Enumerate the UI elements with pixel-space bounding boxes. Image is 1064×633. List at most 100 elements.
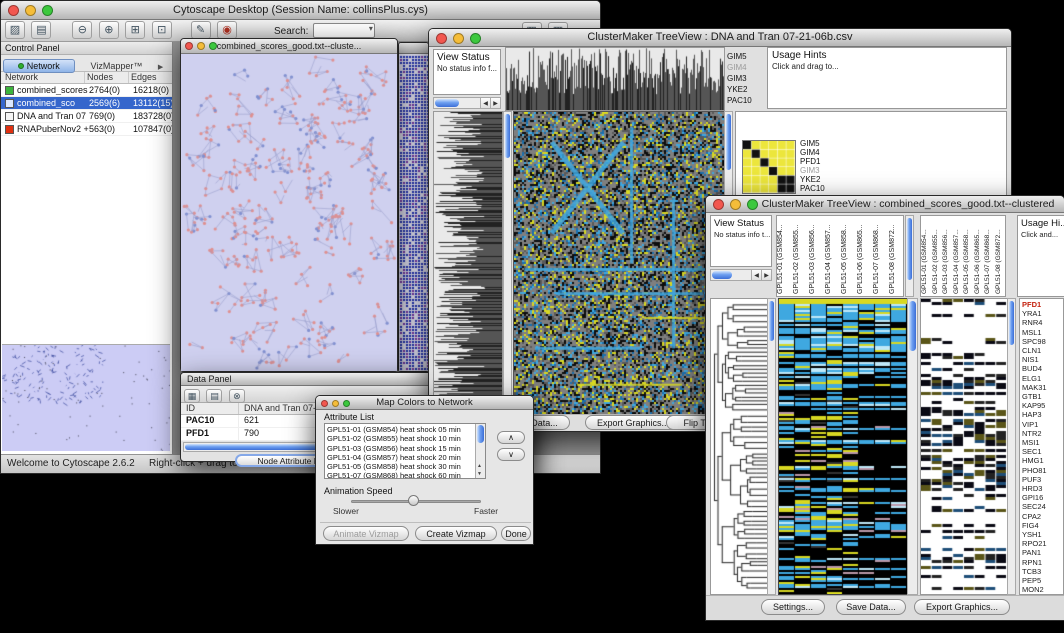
slider-thumb[interactable] [408, 495, 419, 506]
close-icon[interactable] [436, 33, 447, 44]
gene-label[interactable]: YRA1 [1022, 309, 1063, 318]
gene-label[interactable]: CPA2 [1022, 512, 1063, 521]
annotation-icon[interactable]: ✎ [191, 21, 211, 39]
gene-label[interactable]: YKE2 [800, 175, 825, 184]
gene-label[interactable]: PAN1 [1022, 548, 1063, 557]
treeview2-genes-vscrollbar[interactable] [1007, 298, 1016, 595]
network-view-2-titlebar[interactable] [399, 43, 428, 54]
gene-label[interactable]: NIS1 [1022, 355, 1063, 364]
scroll-up-icon[interactable]: ▲ [477, 463, 482, 469]
col-network[interactable]: Network [1, 72, 85, 83]
col-nodes[interactable]: Nodes [85, 72, 129, 83]
column-header-label[interactable]: GPL51-03 (GSM856... [942, 216, 953, 296]
column-header-label[interactable]: GPL51-03 (GSM856... [809, 216, 825, 296]
export-graphics-button[interactable]: Export Graphics... [914, 599, 1010, 615]
animate-vizmap-button[interactable]: Animate Vizmap [323, 526, 409, 541]
column-header-label[interactable]: GPL51-04 (GSM857... [953, 216, 964, 296]
network-row[interactable]: combined_scores 2764(0) 16218(0) [1, 84, 172, 97]
gene-label[interactable]: PUF3 [1022, 475, 1063, 484]
network-row[interactable]: DNA and Tran 07 769(0) 183728(0) [1, 110, 172, 123]
treeview1-titlebar[interactable]: ClusterMaker TreeView : DNA and Tran 07-… [429, 29, 1011, 47]
treeview1-column-dendrogram[interactable] [505, 47, 725, 111]
zoom-fit-icon[interactable]: ⊡ [152, 21, 172, 39]
close-icon[interactable] [8, 5, 19, 16]
column-header-label[interactable]: GPL51-04 (GSM857... [825, 216, 841, 296]
treeview2-heatmap[interactable] [778, 298, 908, 595]
gene-label[interactable]: MSL1 [1022, 328, 1063, 337]
close-icon[interactable] [713, 199, 724, 210]
attribute-item[interactable]: GPL51-01 (GSM854) heat shock 05 min [327, 425, 485, 434]
gene-label[interactable]: HMG1 [1022, 456, 1063, 465]
search-dropdown-icon[interactable]: ▾ [369, 24, 373, 33]
gene-label[interactable]: SEC1 [1022, 447, 1063, 456]
scroll-right-icon[interactable]: ▶ [761, 270, 771, 281]
zoom-window-icon[interactable] [470, 33, 481, 44]
gene-label[interactable]: HRD3 [1022, 484, 1063, 493]
scroll-thumb[interactable] [769, 301, 774, 341]
close-icon[interactable] [185, 42, 193, 50]
treeview1-left-vscrollbar[interactable] [503, 111, 512, 416]
column-header-label[interactable]: GPL51-08 (GSM872... [995, 216, 1006, 296]
gene-label[interactable]: GIM5 [800, 139, 825, 148]
zoom-window-icon[interactable] [42, 5, 53, 16]
gene-label[interactable]: GTB1 [1022, 392, 1063, 401]
gene-label[interactable]: TCB3 [1022, 567, 1063, 576]
gene-label[interactable]: RNR4 [1022, 318, 1063, 327]
treeview2-secondary-heatm[interactable] [920, 298, 1008, 595]
gene-label[interactable]: YSH1 [1022, 530, 1063, 539]
search-input[interactable]: ▾ [313, 23, 375, 38]
gene-label[interactable]: GIM3 [800, 166, 825, 175]
gene-label[interactable]: YKE2 [727, 84, 765, 95]
scroll-down-icon[interactable]: ▼ [477, 471, 482, 477]
treeview2-heatmap-vscrollbar[interactable] [907, 298, 918, 595]
save-session-icon[interactable]: ▤ [31, 21, 51, 39]
column-header-label[interactable]: GPL51-02 (GSM855... [932, 216, 943, 296]
network-view-2-canvas[interactable] [399, 54, 428, 371]
scroll-thumb[interactable] [909, 301, 916, 351]
network-overview-thumbnail[interactable] [2, 344, 170, 451]
vizmapper-icon[interactable]: ◉ [217, 21, 237, 39]
gene-label[interactable]: BUD4 [1022, 364, 1063, 373]
zoom-window-icon[interactable] [747, 199, 758, 210]
data-col-id[interactable]: ID [181, 403, 239, 414]
move-up-button[interactable]: ∧ [497, 431, 525, 444]
gene-label[interactable]: MON2 [1022, 585, 1063, 594]
attribute-item[interactable]: GPL51-02 (GSM855) heat shock 10 min [327, 434, 485, 443]
gene-label[interactable]: NTR2 [1022, 429, 1063, 438]
gene-label[interactable]: PAC10 [727, 95, 765, 106]
scroll-right-icon[interactable]: ▶ [490, 98, 500, 109]
tab-network[interactable]: Network [3, 59, 75, 73]
network-row[interactable]: RNAPuberNov2 + 563(0) 107847(0) [1, 123, 172, 136]
column-header-label[interactable]: GPL51-02 (GSM855... [793, 216, 809, 296]
treeview1-status-hscrollbar[interactable]: ◀ ▶ [433, 97, 501, 109]
treeview2-status-hscrollbar[interactable]: ◀ ▶ [710, 269, 772, 281]
gene-label[interactable]: RPO21 [1022, 539, 1063, 548]
network-view-titlebar[interactable]: combined_scores_good.txt--cluste... [181, 39, 397, 54]
scroll-thumb[interactable] [435, 99, 459, 107]
create-vizmap-button[interactable]: Create Vizmap [415, 526, 497, 541]
network-canvas[interactable] [181, 54, 397, 371]
open-session-icon[interactable]: ▨ [5, 21, 25, 39]
col-edges[interactable]: Edges [129, 72, 172, 83]
minimize-icon[interactable] [453, 33, 464, 44]
scroll-thumb[interactable] [1009, 301, 1014, 345]
column-header-label[interactable]: GPL51-06 (GSM865... [857, 216, 873, 296]
gene-label[interactable]: KAP95 [1022, 401, 1063, 410]
treeview1-heatmap[interactable] [513, 111, 725, 416]
column-header-label[interactable]: GPL51-07 (GSM868... [984, 216, 995, 296]
treeview2-titlebar[interactable]: ClusterMaker TreeView : combined_scores_… [706, 196, 1064, 213]
minimize-icon[interactable] [730, 199, 741, 210]
gene-label[interactable]: PHO81 [1022, 466, 1063, 475]
save-data-button[interactable]: Save Data... [836, 599, 906, 615]
gene-label[interactable]: PFD1 [800, 157, 825, 166]
select-attributes-icon[interactable]: ▤ [206, 389, 222, 403]
column-header-label[interactable]: GPL51-05 (GSM858... [841, 216, 857, 296]
zoom-window-icon[interactable] [209, 42, 217, 50]
gene-label[interactable]: HAP3 [1022, 410, 1063, 419]
attribute-table-icon[interactable]: ▦ [184, 389, 200, 403]
column-header-label[interactable]: GPL51-05 (GSM858... [963, 216, 974, 296]
gene-label[interactable]: GIM3 [727, 73, 765, 84]
delete-attribute-icon[interactable]: ⊗ [229, 389, 245, 403]
scroll-left-icon[interactable]: ◀ [751, 270, 761, 281]
cytoscape-titlebar[interactable]: Cytoscape Desktop (Session Name: collins… [1, 1, 600, 20]
